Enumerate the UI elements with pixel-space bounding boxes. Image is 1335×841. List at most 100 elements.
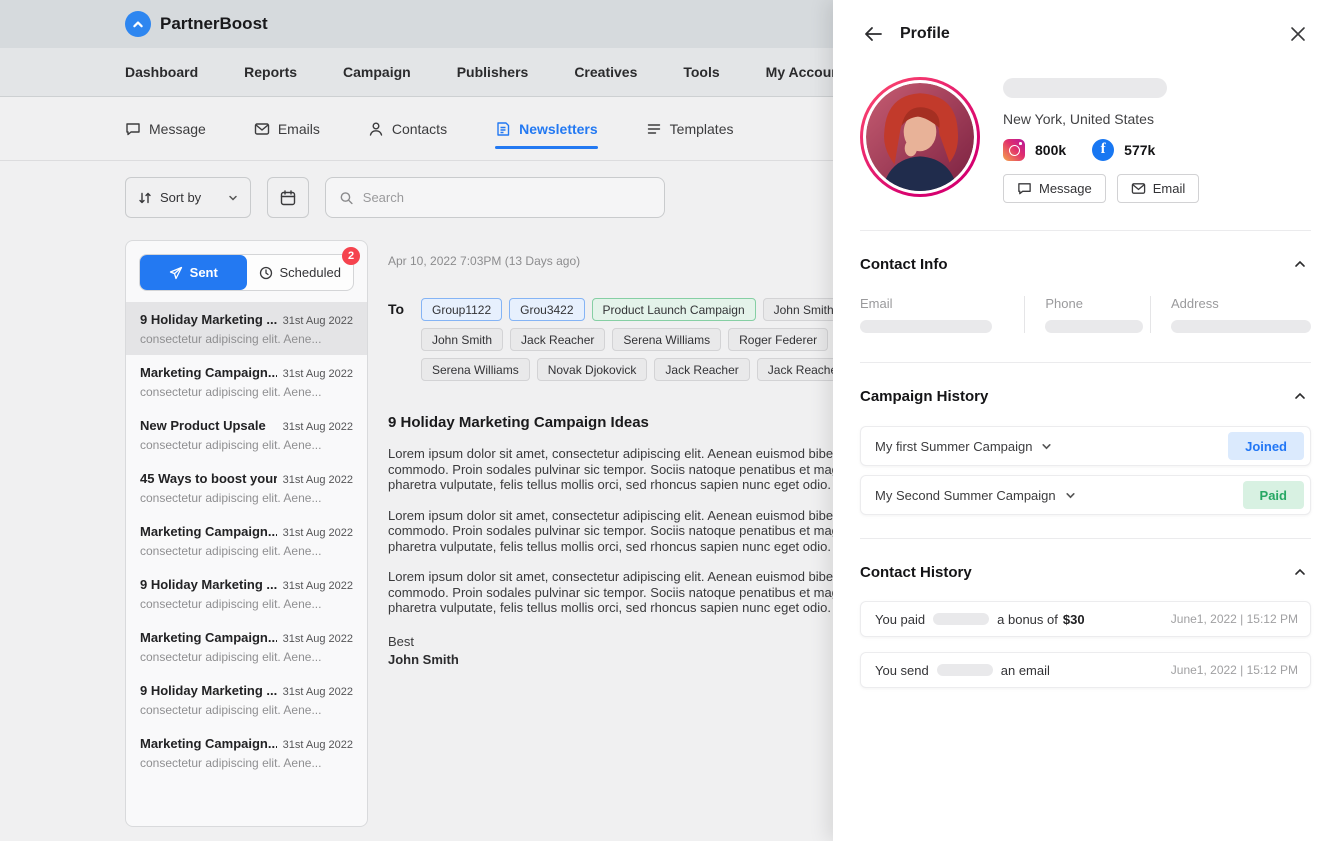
- nav-item-tools[interactable]: Tools: [683, 64, 719, 80]
- mail-date: 31st Aug 2022: [283, 686, 353, 698]
- list-item[interactable]: Marketing Campaign...31st Aug 2022 conse…: [126, 620, 367, 673]
- social-stats: 800k 577k: [1003, 139, 1199, 161]
- recipient-chip[interactable]: Serena Williams: [612, 328, 721, 351]
- avatar: [860, 77, 980, 197]
- paper-plane-icon: [169, 266, 183, 280]
- campaign-dropdown-chevron[interactable]: [1065, 490, 1076, 501]
- mail-title: Marketing Campaign...: [140, 524, 277, 539]
- message-button[interactable]: Message: [1003, 174, 1106, 203]
- divider: [860, 230, 1311, 231]
- tab-message[interactable]: Message: [125, 97, 206, 160]
- recipient-chip[interactable]: Grou3422: [509, 298, 584, 321]
- collapse-campaign-history-button[interactable]: [1289, 385, 1311, 407]
- search-input[interactable]: [363, 190, 651, 205]
- brand-icon: [125, 11, 151, 37]
- address-field-label: Address: [1171, 296, 1311, 311]
- campaign-history-title: Campaign History: [860, 388, 988, 405]
- campaign-name: My Second Summer Campaign: [875, 488, 1056, 503]
- list-item[interactable]: 9 Holiday Marketing ...31st Aug 2022 con…: [126, 567, 367, 620]
- list-item[interactable]: 9 Holiday Marketing ...31st Aug 2022 con…: [126, 302, 367, 355]
- back-button[interactable]: [860, 21, 886, 47]
- tab-newsletters[interactable]: Newsletters: [495, 97, 598, 160]
- mail-date: 31st Aug 2022: [283, 368, 353, 380]
- mail-date: 31st Aug 2022: [283, 527, 353, 539]
- search-box: [325, 177, 665, 218]
- recipient-chip[interactable]: Jack Reacher: [510, 328, 605, 351]
- clock-icon: [259, 266, 273, 280]
- message-button-label: Message: [1039, 181, 1092, 196]
- recipient-chip[interactable]: Serena Williams: [421, 358, 530, 381]
- list-item[interactable]: Marketing Campaign...31st Aug 2022 conse…: [126, 355, 367, 408]
- sort-icon: [138, 191, 152, 205]
- nav-item-campaign[interactable]: Campaign: [343, 64, 411, 80]
- recipient-chip[interactable]: Roger Federer: [728, 328, 828, 351]
- tab-label: Newsletters: [519, 121, 598, 137]
- mail-date: 31st Aug 2022: [283, 474, 353, 486]
- instagram-followers: 800k: [1035, 142, 1066, 158]
- recipient-chip[interactable]: Novak Djokovick: [537, 358, 648, 381]
- profile-location: New York, United States: [1003, 111, 1199, 127]
- history-name-skeleton: [937, 664, 993, 676]
- list-item[interactable]: New Product Upsale31st Aug 2022 consecte…: [126, 408, 367, 461]
- email-button-label: Email: [1153, 181, 1186, 196]
- list-item[interactable]: Marketing Campaign...31st Aug 2022 conse…: [126, 726, 367, 779]
- recipient-chip[interactable]: Product Launch Campaign: [592, 298, 756, 321]
- mail-preview: consectetur adipiscing elit. Aene...: [140, 544, 353, 558]
- to-label: To: [388, 298, 409, 381]
- profile-head: New York, United States 800k 577k Messag…: [860, 77, 1311, 203]
- mail-preview: consectetur adipiscing elit. Aene...: [140, 332, 353, 346]
- divider: [860, 362, 1311, 363]
- history-time: June1, 2022 | 15:12 PM: [1171, 663, 1298, 677]
- templates-icon: [646, 121, 662, 137]
- nav-item-reports[interactable]: Reports: [244, 64, 297, 80]
- nav-item-creatives[interactable]: Creatives: [574, 64, 637, 80]
- recipient-chip[interactable]: John Smith: [421, 328, 503, 351]
- close-icon: [1290, 26, 1306, 42]
- sort-by-button[interactable]: Sort by: [125, 177, 251, 218]
- avatar-photo: [866, 83, 974, 191]
- collapse-contact-history-button[interactable]: [1289, 561, 1311, 583]
- campaign-history-header: Campaign History: [860, 385, 1311, 407]
- list-item[interactable]: Marketing Campaign... 31st Aug 2022 conse…: [126, 514, 367, 567]
- history-name-skeleton: [933, 613, 989, 625]
- brand-logo[interactable]: PartnerBoost: [125, 11, 268, 37]
- history-time: June1, 2022 | 15:12 PM: [1171, 612, 1298, 626]
- history-text-mid: a bonus of: [997, 612, 1058, 627]
- calendar-button[interactable]: [267, 177, 309, 218]
- scheduled-tab[interactable]: Scheduled: [247, 255, 354, 290]
- mail-title: New Product Upsale: [140, 418, 266, 433]
- recipient-chip[interactable]: Jack Reacher: [654, 358, 749, 381]
- mail-date: 31st Aug 2022: [283, 315, 353, 327]
- list-item[interactable]: 45 Ways to boost your...31st Aug 2022 co…: [126, 461, 367, 514]
- address-field: Address: [1150, 296, 1311, 333]
- tab-label: Message: [149, 121, 206, 137]
- tab-emails[interactable]: Emails: [254, 97, 320, 160]
- collapse-contact-info-button[interactable]: [1289, 253, 1311, 275]
- envelope-icon: [254, 121, 270, 137]
- history-text-pre: You paid: [875, 612, 925, 627]
- chevron-down-icon: [228, 193, 238, 203]
- tab-templates[interactable]: Templates: [646, 97, 734, 160]
- chevron-down-icon: [1065, 490, 1076, 501]
- scheduled-label: Scheduled: [280, 265, 341, 280]
- email-button[interactable]: Email: [1117, 174, 1200, 203]
- recipient-chip[interactable]: Group1122: [421, 298, 502, 321]
- campaign-row[interactable]: My Second Summer Campaign Paid: [860, 475, 1311, 515]
- drawer-title: Profile: [900, 25, 950, 43]
- nav-item-dashboard[interactable]: Dashboard: [125, 64, 198, 80]
- nav-item-publishers[interactable]: Publishers: [457, 64, 529, 80]
- tab-contacts[interactable]: Contacts: [368, 97, 447, 160]
- mail-preview: consectetur adipiscing elit. Aene...: [140, 650, 353, 664]
- contact-history-row: You paid a bonus of $30 June1, 2022 | 15…: [860, 601, 1311, 637]
- newsletter-icon: [495, 121, 511, 137]
- sent-tab[interactable]: Sent: [140, 255, 247, 290]
- contact-history-title: Contact History: [860, 564, 972, 581]
- search-icon: [339, 190, 354, 206]
- list-item[interactable]: 9 Holiday Marketing ...31st Aug 2022 con…: [126, 673, 367, 726]
- campaign-row[interactable]: My first Summer Campaign Joined: [860, 426, 1311, 466]
- contact-info-title: Contact Info: [860, 256, 948, 273]
- campaign-dropdown-chevron[interactable]: [1041, 441, 1052, 452]
- brand-name: PartnerBoost: [160, 14, 268, 34]
- close-button[interactable]: [1285, 21, 1311, 47]
- tab-label: Templates: [670, 121, 734, 137]
